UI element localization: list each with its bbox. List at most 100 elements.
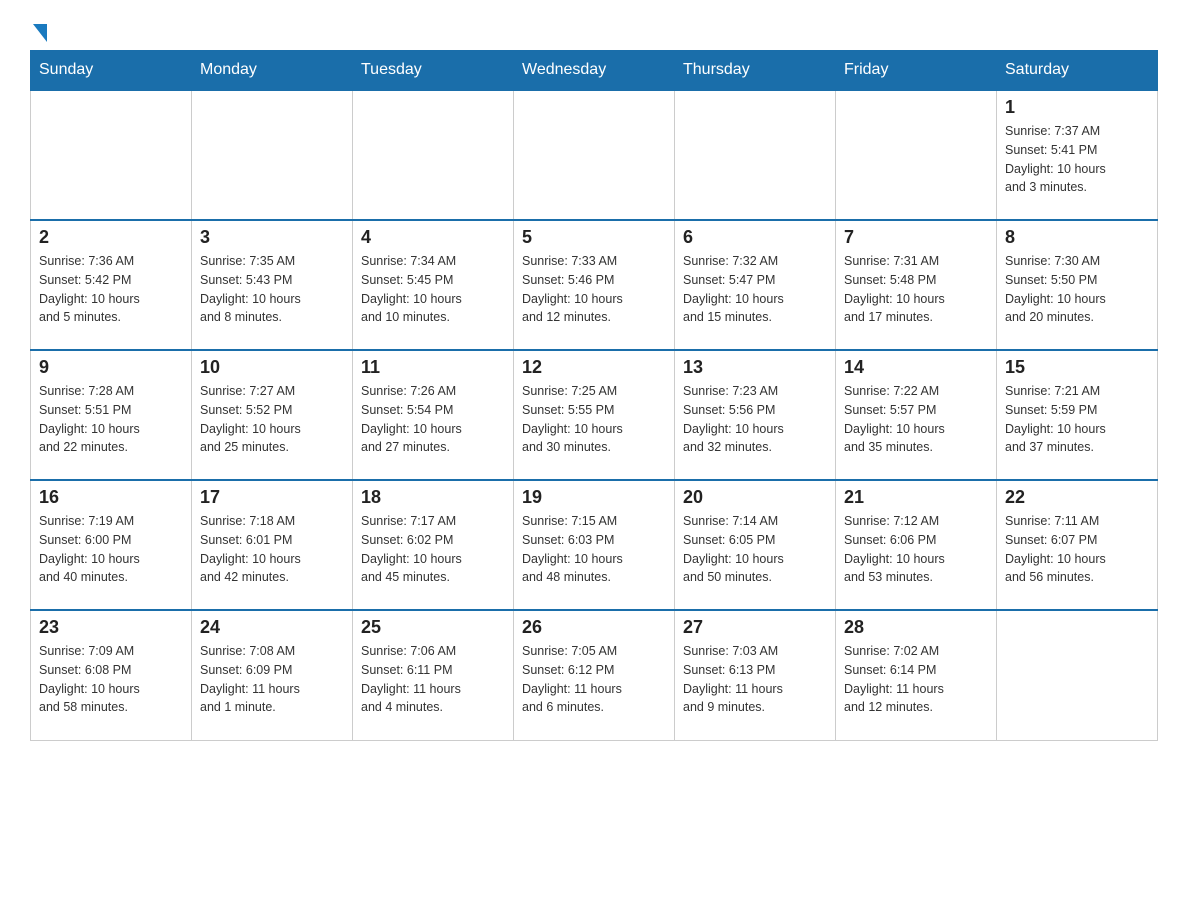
day-info: Sunrise: 7:23 AM Sunset: 5:56 PM Dayligh…: [683, 382, 827, 457]
day-info: Sunrise: 7:35 AM Sunset: 5:43 PM Dayligh…: [200, 252, 344, 327]
calendar-cell: 24 Sunrise: 7:08 AM Sunset: 6:09 PM Dayli…: [192, 610, 353, 740]
day-info: Sunrise: 7:15 AM Sunset: 6:03 PM Dayligh…: [522, 512, 666, 587]
calendar-header-row: SundayMondayTuesdayWednesdayThursdayFrid…: [31, 51, 1158, 91]
day-info: Sunrise: 7:27 AM Sunset: 5:52 PM Dayligh…: [200, 382, 344, 457]
calendar-cell: 20 Sunrise: 7:14 AM Sunset: 6:05 PM Dayli…: [675, 480, 836, 610]
calendar-cell: 10 Sunrise: 7:27 AM Sunset: 5:52 PM Dayli…: [192, 350, 353, 480]
day-number: 10: [200, 357, 344, 378]
calendar-cell: 27 Sunrise: 7:03 AM Sunset: 6:13 PM Dayli…: [675, 610, 836, 740]
day-info: Sunrise: 7:33 AM Sunset: 5:46 PM Dayligh…: [522, 252, 666, 327]
day-of-week-header: Monday: [192, 51, 353, 91]
calendar-cell: 3 Sunrise: 7:35 AM Sunset: 5:43 PM Daylig…: [192, 220, 353, 350]
day-info: Sunrise: 7:09 AM Sunset: 6:08 PM Dayligh…: [39, 642, 183, 717]
day-info: Sunrise: 7:30 AM Sunset: 5:50 PM Dayligh…: [1005, 252, 1149, 327]
day-number: 2: [39, 227, 183, 248]
calendar-week-row: 2 Sunrise: 7:36 AM Sunset: 5:42 PM Daylig…: [31, 220, 1158, 350]
calendar-table: SundayMondayTuesdayWednesdayThursdayFrid…: [30, 50, 1158, 741]
calendar-cell: 28 Sunrise: 7:02 AM Sunset: 6:14 PM Dayli…: [836, 610, 997, 740]
day-number: 13: [683, 357, 827, 378]
calendar-cell: 15Sunrise: 7:21 AM Sunset: 5:59 PM Dayli…: [997, 350, 1158, 480]
calendar-cell: [192, 90, 353, 220]
day-number: 24: [200, 617, 344, 638]
day-of-week-header: Wednesday: [514, 51, 675, 91]
calendar-cell: 1 Sunrise: 7:37 AM Sunset: 5:41 PM Daylig…: [997, 90, 1158, 220]
calendar-cell: 19 Sunrise: 7:15 AM Sunset: 6:03 PM Dayli…: [514, 480, 675, 610]
calendar-cell: [997, 610, 1158, 740]
day-of-week-header: Tuesday: [353, 51, 514, 91]
calendar-cell: 9 Sunrise: 7:28 AM Sunset: 5:51 PM Daylig…: [31, 350, 192, 480]
day-number: 21: [844, 487, 988, 508]
calendar-cell: 17 Sunrise: 7:18 AM Sunset: 6:01 PM Dayli…: [192, 480, 353, 610]
day-number: 18: [361, 487, 505, 508]
day-number: 8: [1005, 227, 1149, 248]
calendar-cell: 18 Sunrise: 7:17 AM Sunset: 6:02 PM Dayli…: [353, 480, 514, 610]
day-info: Sunrise: 7:06 AM Sunset: 6:11 PM Dayligh…: [361, 642, 505, 717]
day-number: 19: [522, 487, 666, 508]
calendar-cell: 26 Sunrise: 7:05 AM Sunset: 6:12 PM Dayli…: [514, 610, 675, 740]
calendar-cell: 14 Sunrise: 7:22 AM Sunset: 5:57 PM Dayli…: [836, 350, 997, 480]
day-info: Sunrise: 7:19 AM Sunset: 6:00 PM Dayligh…: [39, 512, 183, 587]
day-number: 27: [683, 617, 827, 638]
day-number: 5: [522, 227, 666, 248]
day-number: 28: [844, 617, 988, 638]
calendar-cell: 6Sunrise: 7:32 AM Sunset: 5:47 PM Daylig…: [675, 220, 836, 350]
day-info: Sunrise: 7:31 AM Sunset: 5:48 PM Dayligh…: [844, 252, 988, 327]
day-info: Sunrise: 7:02 AM Sunset: 6:14 PM Dayligh…: [844, 642, 988, 717]
day-number: 23: [39, 617, 183, 638]
day-info: Sunrise: 7:17 AM Sunset: 6:02 PM Dayligh…: [361, 512, 505, 587]
day-of-week-header: Saturday: [997, 51, 1158, 91]
calendar-cell: 7 Sunrise: 7:31 AM Sunset: 5:48 PM Daylig…: [836, 220, 997, 350]
day-info: Sunrise: 7:37 AM Sunset: 5:41 PM Dayligh…: [1005, 122, 1149, 197]
calendar-cell: 21Sunrise: 7:12 AM Sunset: 6:06 PM Dayli…: [836, 480, 997, 610]
calendar-cell: [353, 90, 514, 220]
day-number: 26: [522, 617, 666, 638]
day-number: 7: [844, 227, 988, 248]
calendar-week-row: 9 Sunrise: 7:28 AM Sunset: 5:51 PM Daylig…: [31, 350, 1158, 480]
day-info: Sunrise: 7:14 AM Sunset: 6:05 PM Dayligh…: [683, 512, 827, 587]
calendar-cell: [836, 90, 997, 220]
day-of-week-header: Sunday: [31, 51, 192, 91]
calendar-cell: 11 Sunrise: 7:26 AM Sunset: 5:54 PM Dayli…: [353, 350, 514, 480]
day-number: 1: [1005, 97, 1149, 118]
calendar-cell: 16 Sunrise: 7:19 AM Sunset: 6:00 PM Dayli…: [31, 480, 192, 610]
calendar-week-row: 1 Sunrise: 7:37 AM Sunset: 5:41 PM Daylig…: [31, 90, 1158, 220]
calendar-cell: 2 Sunrise: 7:36 AM Sunset: 5:42 PM Daylig…: [31, 220, 192, 350]
calendar-cell: 5 Sunrise: 7:33 AM Sunset: 5:46 PM Daylig…: [514, 220, 675, 350]
day-number: 25: [361, 617, 505, 638]
day-of-week-header: Friday: [836, 51, 997, 91]
day-number: 16: [39, 487, 183, 508]
calendar-cell: 8 Sunrise: 7:30 AM Sunset: 5:50 PM Daylig…: [997, 220, 1158, 350]
day-number: 11: [361, 357, 505, 378]
day-number: 4: [361, 227, 505, 248]
calendar-week-row: 23 Sunrise: 7:09 AM Sunset: 6:08 PM Dayli…: [31, 610, 1158, 740]
day-info: Sunrise: 7:26 AM Sunset: 5:54 PM Dayligh…: [361, 382, 505, 457]
day-info: Sunrise: 7:32 AM Sunset: 5:47 PM Dayligh…: [683, 252, 827, 327]
calendar-cell: 23 Sunrise: 7:09 AM Sunset: 6:08 PM Dayli…: [31, 610, 192, 740]
day-info: Sunrise: 7:08 AM Sunset: 6:09 PM Dayligh…: [200, 642, 344, 717]
calendar-cell: 13 Sunrise: 7:23 AM Sunset: 5:56 PM Dayli…: [675, 350, 836, 480]
page-header: [30, 20, 1158, 40]
day-number: 15: [1005, 357, 1149, 378]
day-number: 12: [522, 357, 666, 378]
day-number: 14: [844, 357, 988, 378]
day-info: Sunrise: 7:28 AM Sunset: 5:51 PM Dayligh…: [39, 382, 183, 457]
day-number: 9: [39, 357, 183, 378]
day-number: 20: [683, 487, 827, 508]
day-info: Sunrise: 7:36 AM Sunset: 5:42 PM Dayligh…: [39, 252, 183, 327]
calendar-week-row: 16 Sunrise: 7:19 AM Sunset: 6:00 PM Dayli…: [31, 480, 1158, 610]
day-of-week-header: Thursday: [675, 51, 836, 91]
calendar-cell: 25 Sunrise: 7:06 AM Sunset: 6:11 PM Dayli…: [353, 610, 514, 740]
calendar-cell: [514, 90, 675, 220]
day-info: Sunrise: 7:03 AM Sunset: 6:13 PM Dayligh…: [683, 642, 827, 717]
day-info: Sunrise: 7:25 AM Sunset: 5:55 PM Dayligh…: [522, 382, 666, 457]
day-info: Sunrise: 7:05 AM Sunset: 6:12 PM Dayligh…: [522, 642, 666, 717]
calendar-cell: [675, 90, 836, 220]
day-number: 3: [200, 227, 344, 248]
day-info: Sunrise: 7:11 AM Sunset: 6:07 PM Dayligh…: [1005, 512, 1149, 587]
calendar-cell: 4Sunrise: 7:34 AM Sunset: 5:45 PM Daylig…: [353, 220, 514, 350]
day-number: 17: [200, 487, 344, 508]
day-info: Sunrise: 7:18 AM Sunset: 6:01 PM Dayligh…: [200, 512, 344, 587]
day-info: Sunrise: 7:22 AM Sunset: 5:57 PM Dayligh…: [844, 382, 988, 457]
calendar-cell: 22Sunrise: 7:11 AM Sunset: 6:07 PM Dayli…: [997, 480, 1158, 610]
calendar-cell: 12 Sunrise: 7:25 AM Sunset: 5:55 PM Dayli…: [514, 350, 675, 480]
